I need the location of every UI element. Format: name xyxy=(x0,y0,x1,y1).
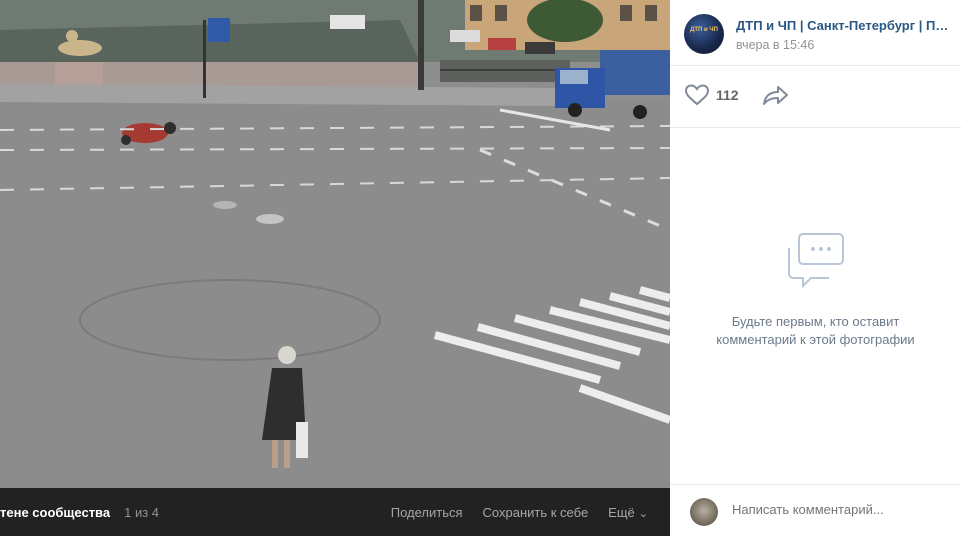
photo-counter: 1 из 4 xyxy=(124,504,160,520)
street-photo xyxy=(0,0,670,488)
like-button[interactable]: 112 xyxy=(684,84,739,106)
save-photo-button[interactable]: Сохранить к себе xyxy=(483,505,589,520)
heart-icon xyxy=(684,84,710,106)
photo-viewer-image[interactable] xyxy=(0,0,670,488)
user-avatar[interactable] xyxy=(690,498,718,526)
like-count: 112 xyxy=(716,87,739,103)
share-arrow-icon xyxy=(763,86,788,105)
photo-sidebar: ДТП и ЧП ДТП и ЧП | Санкт-Петербург | Пи… xyxy=(670,0,961,536)
empty-comments: Будьте первым, кто оставит комментарий к… xyxy=(670,230,961,349)
empty-comments-line1: Будьте первым, кто оставит xyxy=(731,314,900,329)
more-label: Ещё xyxy=(608,504,635,520)
post-time[interactable]: вчера в 15:46 xyxy=(736,38,814,52)
more-button[interactable]: Ещё ⌄ xyxy=(608,505,648,520)
empty-comments-text: Будьте первым, кто оставит комментарий к… xyxy=(670,313,961,349)
share-photo-button[interactable]: Поделиться xyxy=(391,505,463,520)
comment-composer xyxy=(670,484,961,536)
share-button[interactable] xyxy=(762,84,790,111)
community-name-link[interactable]: ДТП и ЧП | Санкт-Петербург | Питер Онлай… xyxy=(736,18,956,33)
comments-icon xyxy=(787,233,844,289)
album-link[interactable]: тене сообщества xyxy=(0,505,110,520)
photo-actions: Поделиться Сохранить к себе Ещё ⌄ xyxy=(371,505,648,520)
photo-viewer-bar: тене сообщества 1 из 4 Поделиться Сохран… xyxy=(0,488,670,536)
empty-comments-line2: комментарий к этой фотографии xyxy=(716,332,915,347)
chevron-down-icon: ⌄ xyxy=(638,507,648,520)
avatar-text: ДТП и ЧП xyxy=(690,27,718,33)
community-avatar[interactable]: ДТП и ЧП xyxy=(684,14,724,54)
post-author-block: ДТП и ЧП ДТП и ЧП | Санкт-Петербург | Пи… xyxy=(670,0,961,66)
comment-input[interactable] xyxy=(732,502,942,517)
post-actions: 112 xyxy=(670,66,961,128)
